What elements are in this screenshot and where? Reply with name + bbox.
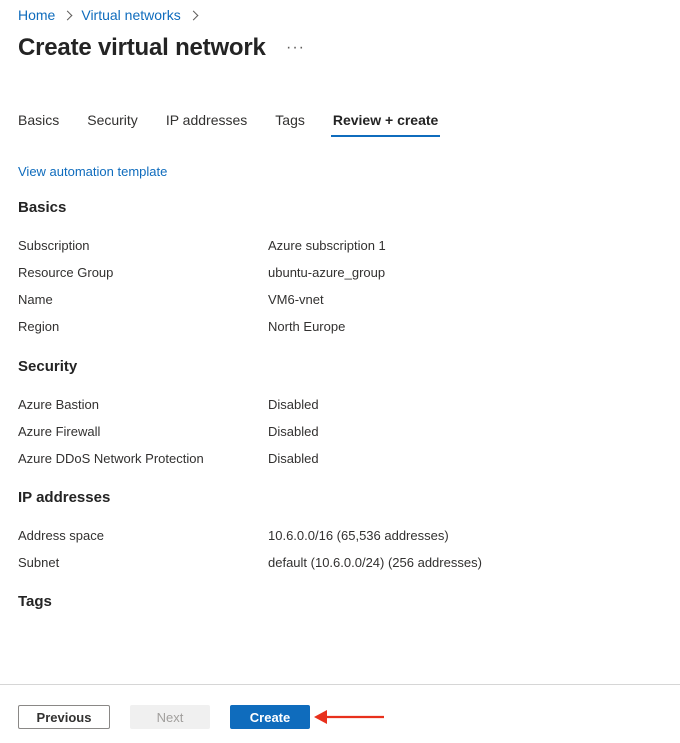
row-label: Azure Firewall — [18, 424, 101, 439]
summary-row: Azure Bastion Disabled — [18, 397, 658, 412]
row-value: VM6-vnet — [268, 292, 324, 307]
breadcrumb-virtual-networks-link[interactable]: Virtual networks — [81, 7, 180, 23]
summary-row: Address space 10.6.0.0/16 (65,536 addres… — [18, 528, 658, 543]
row-value: Disabled — [268, 397, 319, 412]
section-title-security: Security — [18, 358, 78, 375]
breadcrumb-home-link[interactable]: Home — [18, 7, 55, 23]
chevron-right-icon — [189, 7, 199, 23]
summary-row: Subscription Azure subscription 1 — [18, 238, 658, 253]
tab-basics[interactable]: Basics — [18, 112, 59, 137]
section-title-ip-addresses: IP addresses — [18, 489, 111, 506]
row-label: Address space — [18, 528, 104, 543]
summary-row: Azure DDoS Network Protection Disabled — [18, 451, 658, 466]
row-value: Disabled — [268, 451, 319, 466]
section-title-basics: Basics — [18, 199, 67, 216]
row-value: Disabled — [268, 424, 319, 439]
row-label: Resource Group — [18, 265, 114, 280]
summary-row: Subnet default (10.6.0.0/24) (256 addres… — [18, 555, 658, 570]
row-label: Azure DDoS Network Protection — [18, 451, 204, 466]
view-automation-template-link[interactable]: View automation template — [18, 164, 167, 179]
row-value: North Europe — [268, 319, 346, 334]
row-value: default (10.6.0.0/24) (256 addresses) — [268, 555, 482, 570]
chevron-right-icon — [63, 7, 73, 23]
footer-divider — [0, 684, 680, 685]
tab-tags[interactable]: Tags — [275, 112, 305, 137]
tab-security[interactable]: Security — [87, 112, 138, 137]
row-label: Subscription — [18, 238, 90, 253]
tab-review-create[interactable]: Review + create — [330, 112, 441, 137]
previous-button[interactable]: Previous — [18, 705, 110, 729]
page-title: Create virtual network — [18, 34, 266, 61]
breadcrumb: Home Virtual networks — [18, 7, 207, 23]
next-button[interactable]: Next — [130, 705, 210, 729]
tab-ip-addresses[interactable]: IP addresses — [166, 112, 247, 137]
row-label: Region — [18, 319, 60, 334]
create-button[interactable]: Create — [230, 705, 310, 729]
summary-row: Name VM6-vnet — [18, 292, 658, 307]
wizard-tabs: Basics Security IP addresses Tags Review… — [18, 112, 466, 137]
more-options-icon[interactable]: ··· — [286, 39, 305, 57]
summary-row: Azure Firewall Disabled — [18, 424, 658, 439]
row-label: Name — [18, 292, 53, 307]
row-value: ubuntu-azure_group — [268, 265, 386, 280]
arrow-left-icon — [314, 710, 384, 724]
row-label: Azure Bastion — [18, 397, 99, 412]
summary-row: Resource Group ubuntu-azure_group — [18, 265, 658, 280]
row-value: 10.6.0.0/16 (65,536 addresses) — [268, 528, 449, 543]
summary-row: Region North Europe — [18, 319, 658, 334]
section-title-tags: Tags — [18, 593, 52, 610]
row-value: Azure subscription 1 — [268, 238, 386, 253]
row-label: Subnet — [18, 555, 60, 570]
